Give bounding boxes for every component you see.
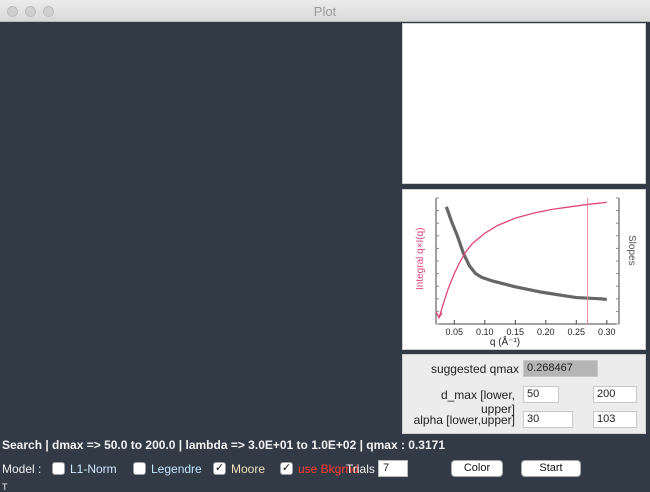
moore-checkbox[interactable]: ✓	[213, 462, 226, 475]
suggested-qmax-field[interactable]: 0.268467	[523, 360, 598, 377]
suggested-qmax-label: suggested qmax	[430, 362, 519, 376]
alpha-upper-field[interactable]: 103	[593, 411, 637, 428]
checkmark-icon: ✓	[214, 462, 225, 474]
dmax-lower-field[interactable]: 50	[523, 386, 559, 403]
window-title: Plot	[313, 4, 337, 19]
qmax-chart: 0.05 0.10 0.15 0.20 0.25 0.30 Integral q×I(q)…	[415, 197, 637, 348]
empty-plot-panel	[402, 23, 646, 184]
right-panel: 0.05 0.10 0.15 0.20 0.25 0.30 Integral q×I(q)…	[399, 22, 650, 434]
start-button[interactable]: Start	[521, 460, 581, 477]
x-tick-label: 0.25	[568, 327, 586, 337]
x-tick-label: 0.20	[537, 327, 555, 337]
dmax-upper-field[interactable]: 200	[593, 386, 637, 403]
legendre-label[interactable]: Legendre	[151, 462, 202, 476]
right-axis-label: Slopes	[626, 235, 637, 266]
footer-glyph: T	[2, 482, 8, 492]
x-tick-label: 0.30	[598, 327, 616, 337]
qmax-plot-panel: 0.05 0.10 0.15 0.20 0.25 0.30 Integral q×I(q)…	[402, 189, 646, 350]
window-titlebar: Plot	[0, 0, 650, 22]
color-button[interactable]: Color	[451, 460, 503, 477]
legendre-checkbox[interactable]	[133, 462, 146, 475]
main-plot-area	[0, 22, 399, 434]
model-label: Model :	[2, 462, 42, 476]
x-axis-label: q (Å⁻¹)	[490, 335, 520, 348]
alpha-label: alpha [lower,upper]	[413, 413, 515, 427]
moore-label[interactable]: Moore	[231, 462, 265, 476]
trials-label: Trials	[346, 462, 375, 476]
checkmark-icon: ✓	[281, 462, 292, 474]
left-axis-label: Integral q×I(q)	[415, 227, 426, 290]
qmax-form: suggested qmax 0.268467 d_max [lower, up…	[402, 354, 646, 434]
use-bkgrnd-checkbox[interactable]: ✓	[280, 462, 293, 475]
l1-norm-label[interactable]: L1-Norm	[70, 462, 117, 476]
trials-input[interactable]: 7	[378, 460, 408, 477]
integral-series-line	[438, 201, 607, 318]
x-tick-label: 0.05	[446, 327, 464, 337]
x-tick-label: 0.10	[476, 327, 494, 337]
dmax-label: d_max [lower, upper]	[440, 388, 515, 416]
bottom-controls: Model : L1-Norm Legendre ✓ Moore ✓ use B…	[0, 458, 650, 480]
alpha-lower-field[interactable]: 30	[523, 411, 573, 428]
search-status-text: Search | dmax => 50.0 to 200.0 | lambda …	[2, 438, 445, 452]
x-tick-label: 0.15	[507, 327, 525, 337]
l1-norm-checkbox[interactable]	[52, 462, 65, 475]
slopes-series-line	[444, 206, 607, 302]
